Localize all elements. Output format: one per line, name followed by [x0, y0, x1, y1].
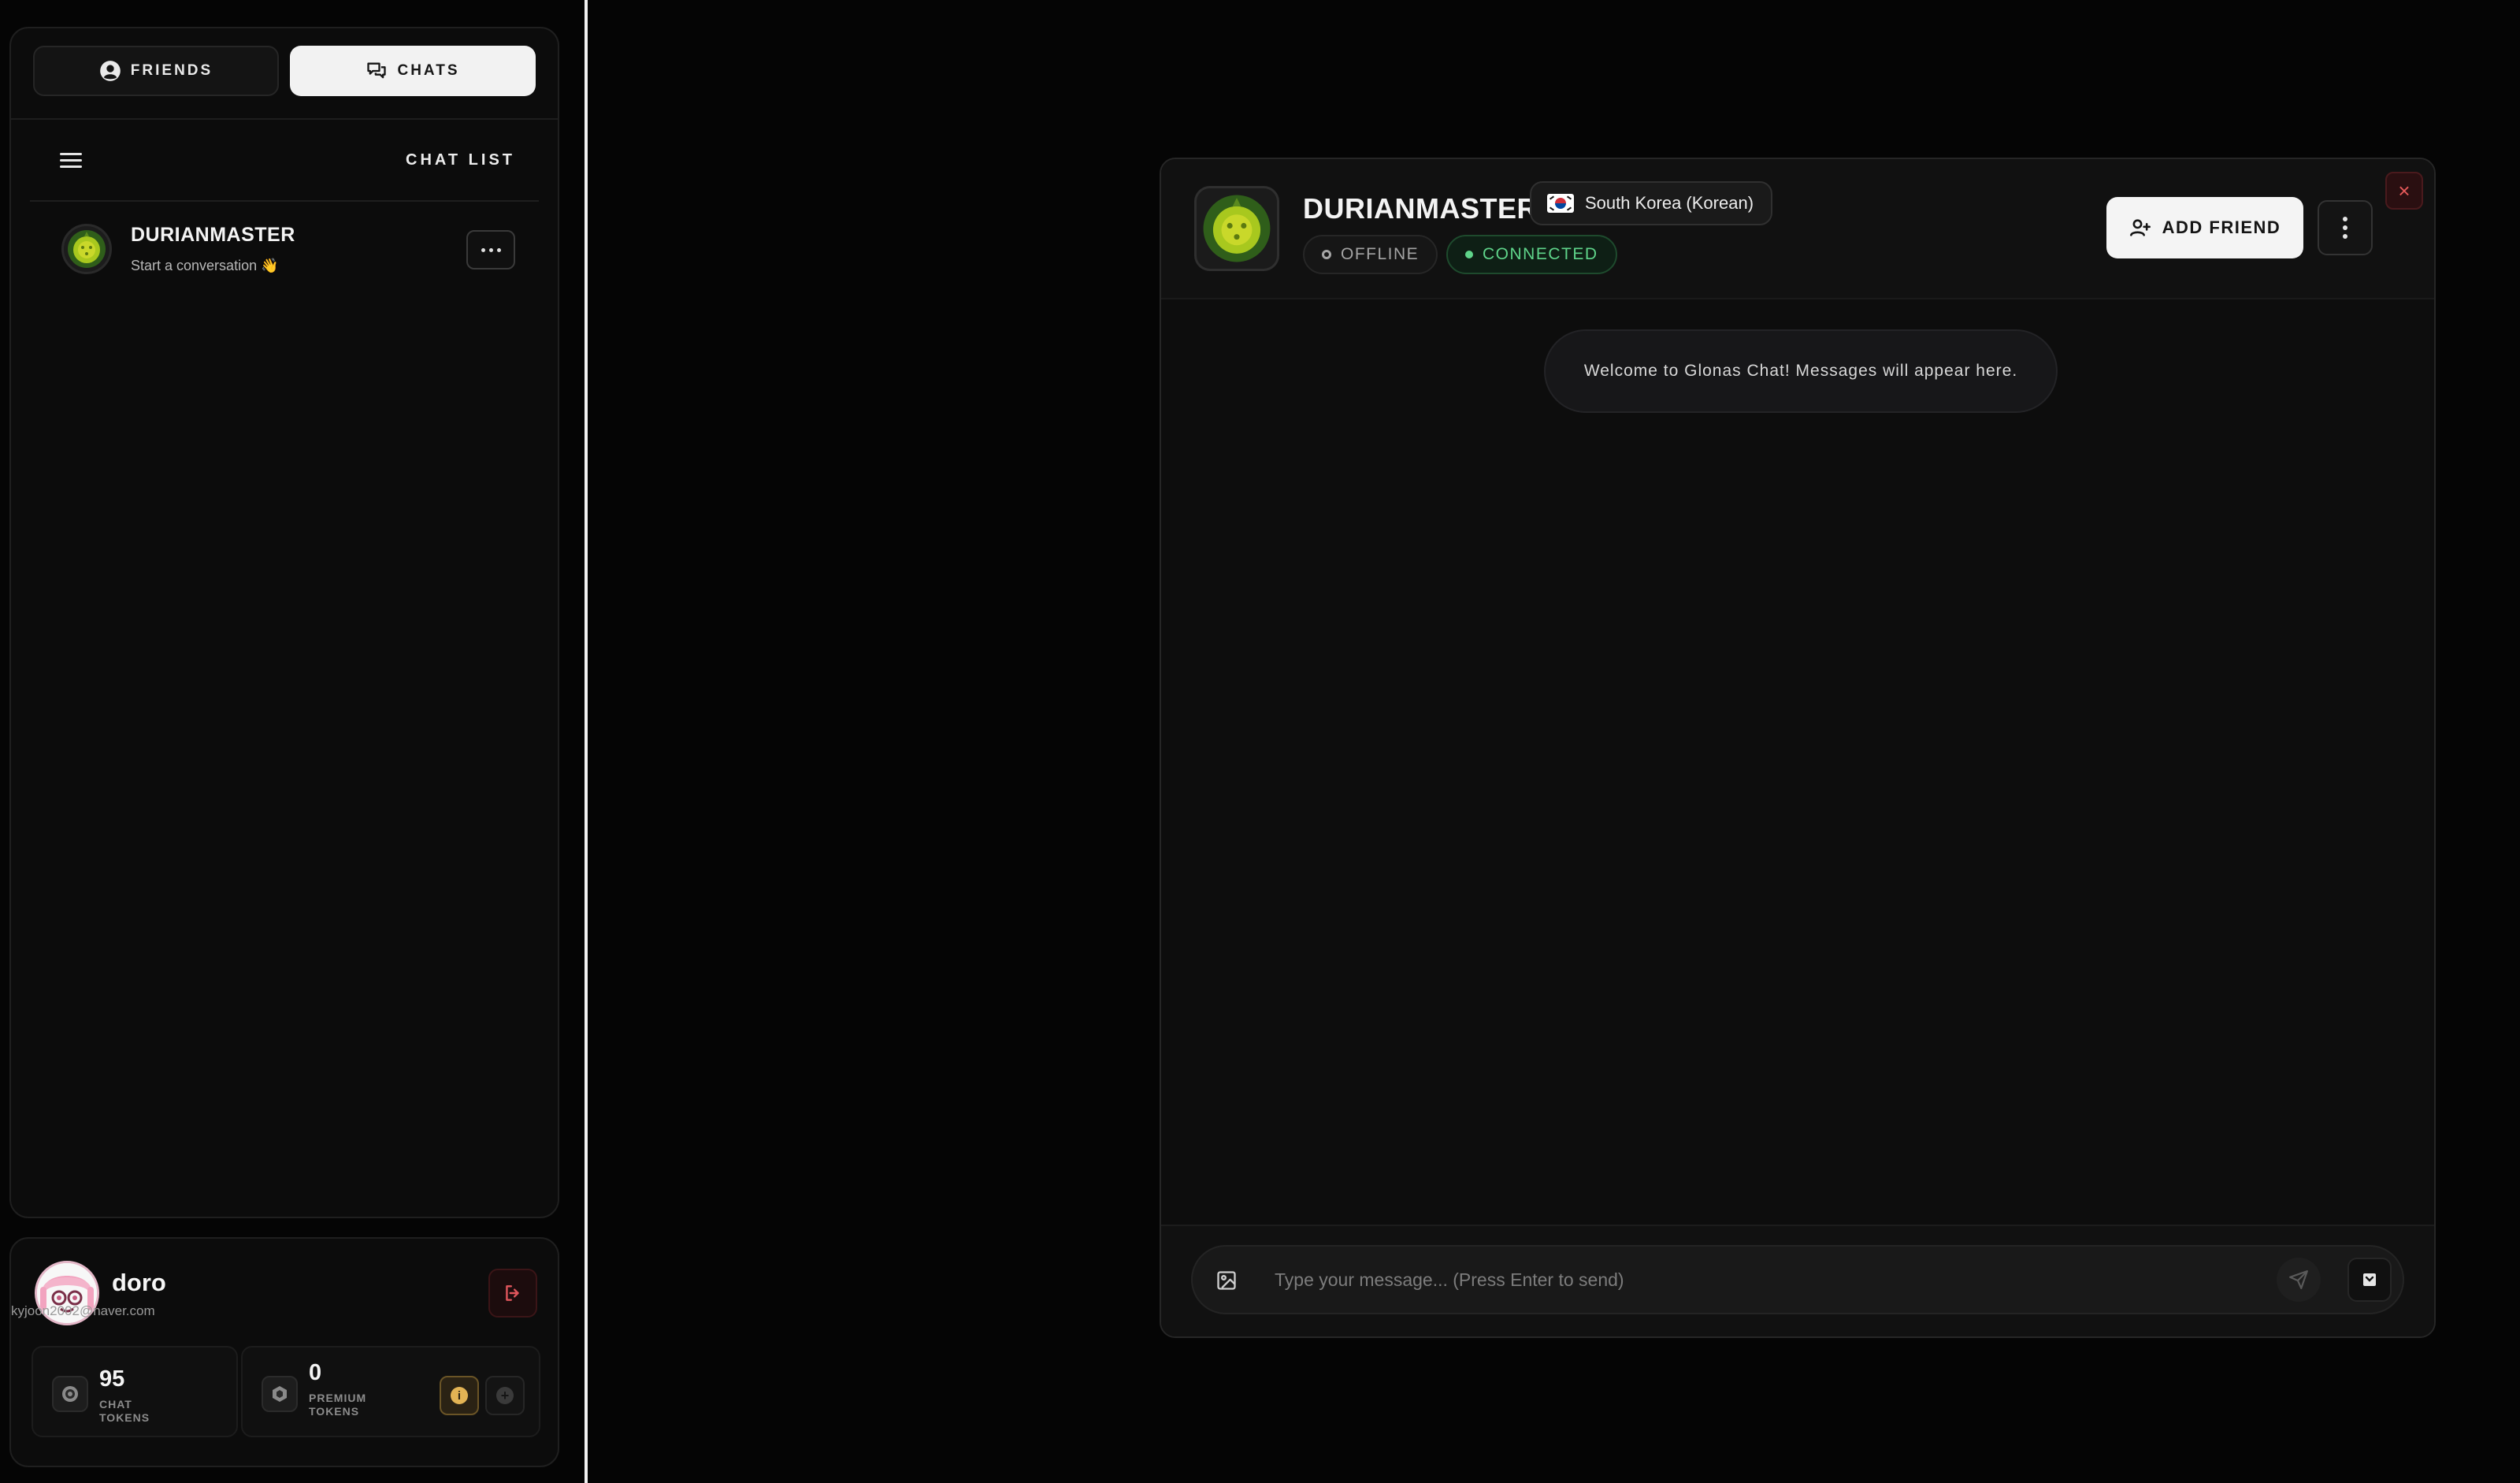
- chat-partner-name: DURIANMASTER: [1303, 192, 1538, 225]
- offline-status-label: OFFLINE: [1341, 245, 1420, 263]
- gem-icon: [262, 1376, 298, 1412]
- chat-bubbles-icon: [367, 62, 387, 79]
- hamburger-menu-icon[interactable]: [60, 149, 82, 171]
- chat-tokens-label: CHAT TOKENS: [99, 1398, 150, 1424]
- chat-item-name: DURIANMASTER: [131, 224, 295, 246]
- tab-friends[interactable]: FRIENDS: [33, 46, 279, 96]
- saved-messages-button[interactable]: [2347, 1258, 2392, 1302]
- message-composer-area: [1161, 1225, 2434, 1336]
- dot-icon: [2343, 217, 2347, 221]
- tab-friends-label: FRIENDS: [130, 62, 213, 79]
- status-dot-icon: [1465, 251, 1473, 258]
- sidebar-tab-bar: FRIENDS CHATS: [11, 28, 558, 120]
- chat-item-more-button[interactable]: [466, 230, 515, 269]
- dot-icon: [496, 247, 501, 252]
- chat-item-preview: Start a conversation 👋: [131, 258, 279, 273]
- connected-status-label: CONNECTED: [1483, 245, 1598, 263]
- close-chat-button[interactable]: ×: [2385, 172, 2423, 210]
- info-icon: i: [451, 1387, 468, 1404]
- close-icon: ×: [2398, 178, 2411, 203]
- logout-button[interactable]: [488, 1269, 537, 1318]
- connected-status-badge: CONNECTED: [1446, 235, 1617, 274]
- chat-tokens-value: 95: [99, 1366, 125, 1392]
- chat-list-title: CHAT LIST: [406, 151, 515, 169]
- status-ring-icon: [1322, 250, 1331, 259]
- attach-image-button[interactable]: [1207, 1261, 1246, 1300]
- message-composer: [1191, 1245, 2404, 1314]
- durian-avatar: [61, 224, 112, 274]
- dot-icon: [2343, 234, 2347, 239]
- chat-item-info: DURIANMASTER Start a conversation 👋: [131, 224, 295, 274]
- chat-window: DURIANMASTER South Korea (Korean) OFFLIN…: [1160, 158, 2436, 1338]
- save-icon: [2363, 1273, 2376, 1286]
- add-friend-button[interactable]: ADD FRIEND: [2106, 197, 2303, 258]
- tab-chats[interactable]: CHATS: [290, 46, 536, 96]
- user-email: kyjoon2002@naver.com: [11, 1303, 155, 1318]
- chat-tokens-box: 95 CHAT TOKENS: [32, 1346, 238, 1437]
- durian-avatar: [1194, 186, 1279, 271]
- premium-tokens-label: PREMIUM TOKENS: [309, 1392, 367, 1418]
- durian-icon: [1203, 195, 1271, 262]
- premium-tokens-box: 0 PREMIUM TOKENS i +: [241, 1346, 540, 1437]
- offline-status-badge: OFFLINE: [1303, 235, 1438, 274]
- user-circle-icon: [99, 61, 121, 81]
- user-plus-icon: [2129, 219, 2151, 236]
- plus-icon: +: [496, 1387, 514, 1404]
- chat-header: DURIANMASTER South Korea (Korean) OFFLIN…: [1161, 159, 2434, 299]
- country-badge: South Korea (Korean): [1530, 181, 1773, 225]
- logout-icon: [506, 1285, 519, 1301]
- premium-tokens-value: 0: [309, 1360, 322, 1385]
- message-input[interactable]: [1275, 1247, 2251, 1313]
- user-name: doro: [112, 1269, 166, 1296]
- panel-divider: [585, 0, 588, 1483]
- chat-options-button[interactable]: [2318, 200, 2373, 255]
- user-profile-card: doro kyjoon2002@naver.com 95 CHAT TOKENS…: [9, 1237, 559, 1467]
- chat-list-item[interactable]: DURIANMASTER Start a conversation 👋: [30, 211, 539, 287]
- send-button[interactable]: [2277, 1258, 2321, 1302]
- chat-sidebar: FRIENDS CHATS CHAT LIST DURIANMASTER Sta…: [9, 27, 559, 1218]
- south-korea-flag-icon: [1547, 194, 1574, 213]
- country-label: South Korea (Korean): [1585, 193, 1754, 213]
- dot-icon: [481, 247, 485, 252]
- dot-icon: [488, 247, 493, 252]
- send-icon: [2289, 1270, 2308, 1289]
- add-friend-label: ADD FRIEND: [2162, 217, 2281, 237]
- system-welcome-message: Welcome to Glonas Chat! Messages will ap…: [1544, 329, 2058, 413]
- dot-icon: [2343, 225, 2347, 230]
- durian-icon: [68, 230, 106, 268]
- chat-list-header: CHAT LIST: [30, 120, 539, 202]
- add-tokens-button[interactable]: +: [485, 1376, 525, 1415]
- premium-info-button[interactable]: i: [440, 1376, 479, 1415]
- coin-icon: [52, 1376, 88, 1412]
- tab-chats-label: CHATS: [397, 62, 460, 79]
- image-icon: [1217, 1271, 1236, 1290]
